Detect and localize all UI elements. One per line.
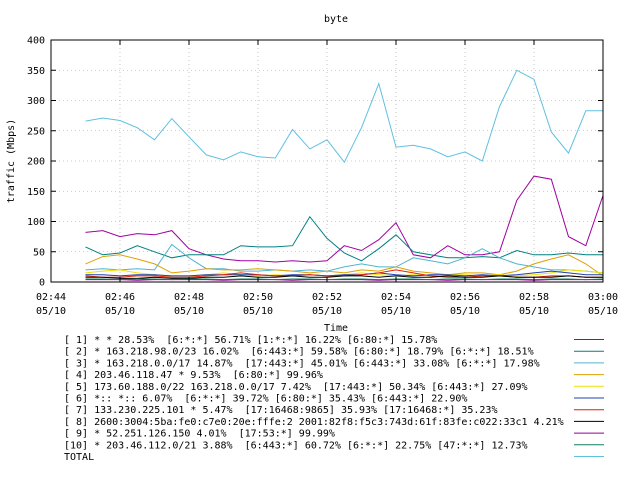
x-tick-label-time: 02:52 [312, 292, 342, 303]
legend-entry-10: [10] * 203.46.112.0/21 3.88% [6:443:*] 6… [64, 440, 528, 451]
legend-entry-1: [ 1] * * 28.53% [6:*:*] 56.71% [1:*:*] 1… [64, 335, 437, 346]
x-tick-label-time: 02:54 [381, 292, 411, 303]
x-tick-label-date: 05/10 [174, 306, 204, 317]
x-tick-label-time: 02:50 [243, 292, 273, 303]
x-tick-label-time: 03:00 [588, 292, 618, 303]
x-tick-label-date: 05/10 [519, 306, 549, 317]
y-tick-label: 200 [27, 157, 45, 168]
legend-entry-2: [ 2] * 163.218.98.0/23 16.02% [6:443:*] … [64, 347, 534, 358]
y-tick-label: 0 [39, 278, 45, 289]
x-tick-label-date: 05/10 [381, 306, 411, 317]
x-tick-label-time: 02:44 [36, 292, 66, 303]
legend-entry-8: [ 8] 2600:3004:5ba:fe0:c7e0:20e:fffe:2 2… [64, 417, 564, 428]
x-tick-label-time: 02:56 [450, 292, 480, 303]
y-axis-label: traffic (Mbps) [6, 119, 17, 203]
x-tick-label-time: 02:46 [105, 292, 135, 303]
y-tick-label: 100 [27, 217, 45, 228]
y-tick-label: 300 [27, 96, 45, 107]
y-tick-label: 250 [27, 126, 45, 137]
x-tick-label-date: 05/10 [36, 306, 66, 317]
x-tick-label-date: 05/10 [312, 306, 342, 317]
y-tick-label: 350 [27, 66, 45, 77]
legend-entry-4: [ 4] 203.46.118.47 * 9.53% [6:80:*] 99.9… [64, 370, 323, 381]
legend-entry-11: TOTAL [64, 452, 94, 463]
x-tick-label-date: 05/10 [105, 306, 135, 317]
chart: byte 0 50 100 150 200 250 300 350 400 02:44 05/10… [0, 0, 640, 480]
x-tick-label-time: 02:48 [174, 292, 204, 303]
x-tick-label-time: 02:58 [519, 292, 549, 303]
chart-title: byte [324, 14, 348, 25]
legend-entry-6: [ 6] *:: *:: 6.07% [6:*:*] 39.72% [6:80:… [64, 394, 467, 405]
legend-entry-3: [ 3] * 163.218.0.0/17 14.87% [17:443:*] … [64, 358, 540, 369]
legend-entry-9: [ 9] * 52.251.126.150 4.01% [17:53:*] 99… [64, 429, 335, 440]
x-tick-label-date: 05/10 [450, 306, 480, 317]
x-tick-label-date: 05/10 [588, 306, 618, 317]
y-tick-label: 400 [27, 36, 45, 47]
x-axis-label: Time [324, 323, 348, 334]
y-tick-label: 150 [27, 187, 45, 198]
legend-entry-5: [ 5] 173.60.188.0/22 163.218.0.0/17 7.42… [64, 382, 528, 393]
y-tick-label: 50 [33, 247, 45, 258]
legend-entry-7: [ 7] 133.230.225.101 * 5.47% [17:16468:9… [64, 405, 497, 416]
x-tick-label-date: 05/10 [243, 306, 273, 317]
